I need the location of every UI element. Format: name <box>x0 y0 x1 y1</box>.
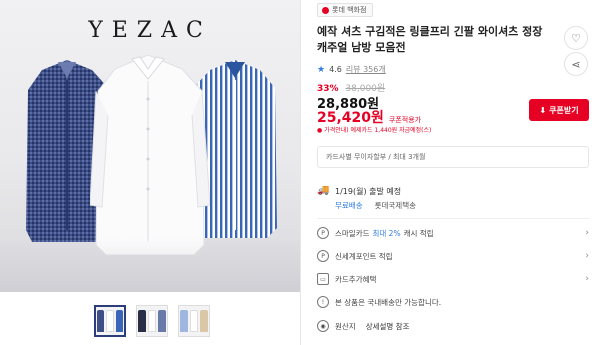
coupon-button[interactable]: ⬇ 쿠폰받기 <box>529 99 589 121</box>
truck-icon: 🚚 <box>317 185 330 196</box>
brand-logo: YEZAC <box>88 18 212 43</box>
card-icon: ● <box>317 127 323 134</box>
free-shipping: 무료배송 <box>335 201 363 210</box>
thumbnail-1[interactable] <box>94 305 126 337</box>
coupon-price: 25,420원 <box>317 110 384 126</box>
benefit-shinsegae-point[interactable]: P 신세계포인트 적립 › <box>317 249 589 263</box>
benefit-highlight: 최대 2% <box>372 228 401 238</box>
product-details-panel: 롯데 백화점 예작 셔츠 구김적은 링클프리 긴팔 와이셔츠 정장 캐주얼 남방… <box>301 0 600 345</box>
lotte-logo-icon <box>322 6 329 14</box>
card-note-text: 가격안내) 예제카드 1,440원 자금예정(스) <box>324 127 432 134</box>
thumbnail-strip <box>94 305 210 337</box>
share-icon: ⋖ <box>571 57 581 71</box>
benefit-suffix: 캐시 적립 <box>403 228 434 238</box>
download-icon: ⬇ <box>539 105 547 115</box>
rating-summary: ★ 4.6 리뷰 356개 <box>317 64 386 75</box>
main-product-image[interactable]: YEZAC <box>0 0 300 292</box>
coupon-price-row: 25,420원 쿠폰적용가 <box>317 107 421 127</box>
shipping-date: 1/19(월) 출발 예정 <box>335 187 402 196</box>
star-icon: ★ <box>317 64 326 75</box>
wishlist-button[interactable]: ♡ <box>564 26 588 50</box>
installment-info[interactable]: 카드사별 무이자할부 / 최대 3개월 <box>317 146 589 168</box>
thumbnail-3[interactable] <box>178 305 210 337</box>
white-shirt-image <box>90 55 210 255</box>
product-gallery: YEZAC <box>0 0 300 345</box>
card-icon: ▭ <box>317 273 329 285</box>
location-icon: ◉ <box>317 320 329 332</box>
shipping-sub: 무료배송 롯데국제택송 <box>335 200 416 211</box>
point-icon: P <box>317 250 329 262</box>
seller-badge[interactable]: 롯데 백화점 <box>317 3 374 17</box>
coupon-button-label: 쿠폰받기 <box>549 105 579 115</box>
origin-row: ◉ 원산지 상세설명 참조 <box>317 320 410 332</box>
thumbnail-2[interactable] <box>136 305 168 337</box>
seller-name: 롯데 백화점 <box>332 6 367 14</box>
domestic-shipping-notice: ! 본 상품은 국내배송만 가능합니다. <box>317 295 589 309</box>
courier-name: 롯데국제택송 <box>374 201 417 210</box>
benefit-label: 스마일카드 <box>335 228 370 238</box>
chevron-right-icon: › <box>585 228 589 238</box>
benefit-label: 신세계포인트 적립 <box>335 251 393 261</box>
share-button[interactable]: ⋖ <box>564 52 588 76</box>
chevron-right-icon: › <box>585 274 589 284</box>
benefit-smile-card[interactable]: P 스마일카드 최대 2% 캐시 적립 › <box>317 226 589 240</box>
chevron-right-icon: › <box>585 251 589 261</box>
notice-text: 본 상품은 국내배송만 가능합니다. <box>335 297 442 307</box>
card-discount-note: ● 가격안내) 예제카드 1,440원 자금예정(스) <box>317 125 431 134</box>
reviews-link[interactable]: 리뷰 356개 <box>346 64 386 75</box>
divider <box>317 218 589 219</box>
product-title: 예작 셔츠 구김적은 링클프리 긴팔 와이셔츠 정장 캐주얼 남방 모음전 <box>317 25 543 54</box>
coupon-price-label: 쿠폰적용가 <box>388 116 422 124</box>
reflection-shadow <box>0 238 300 292</box>
info-icon: ! <box>317 296 329 308</box>
point-icon: P <box>317 227 329 239</box>
origin-label: 원산지 <box>335 321 356 331</box>
rating-value: 4.6 <box>329 65 342 74</box>
origin-detail: 상세설명 참조 <box>365 321 410 331</box>
benefit-label: 카드추가혜택 <box>335 274 377 284</box>
heart-icon: ♡ <box>571 31 581 45</box>
benefit-card-extra[interactable]: ▭ 카드추가혜택 › <box>317 272 589 286</box>
